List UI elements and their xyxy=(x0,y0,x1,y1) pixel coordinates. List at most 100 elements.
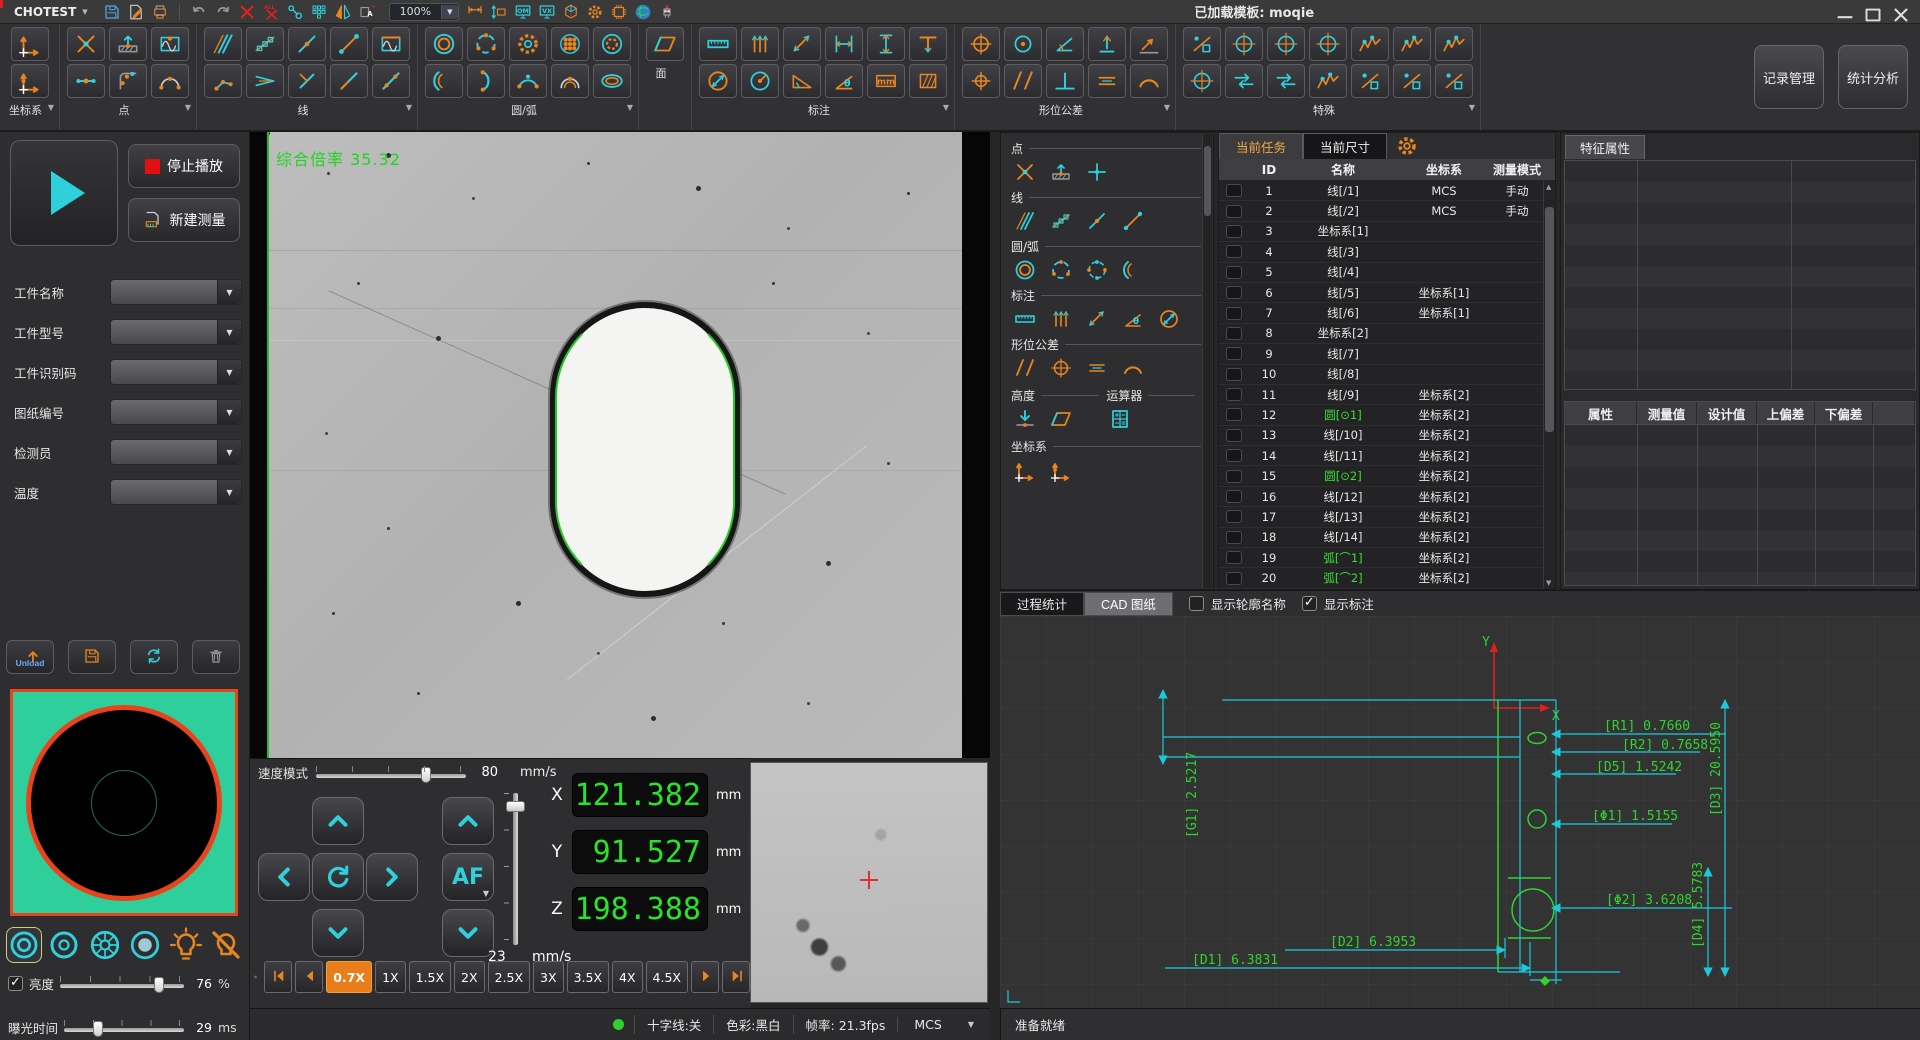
arc-open-tool[interactable] xyxy=(1117,256,1149,284)
vx-icon[interactable]: VX xyxy=(537,2,557,22)
magnification-button[interactable]: 4.5X xyxy=(646,961,688,993)
arc-hook-tool[interactable] xyxy=(467,64,505,98)
slider-handle[interactable] xyxy=(506,801,525,812)
gear-icon[interactable] xyxy=(1395,134,1419,158)
cad-drawing-view[interactable]: Y X xyxy=(1000,616,1920,1008)
link-icon[interactable] xyxy=(285,2,305,22)
table-row[interactable]: 6 线[/5] 坐标系[1] xyxy=(1219,283,1555,303)
row-checkbox[interactable] xyxy=(1219,449,1249,462)
jog-down-button[interactable] xyxy=(312,909,364,957)
camera-live-view[interactable]: 综合倍率 35.32 xyxy=(250,132,990,758)
table-row[interactable]: 5 线[/4] xyxy=(1219,263,1555,283)
undo-icon[interactable] xyxy=(189,2,209,22)
sp-burst-tool[interactable] xyxy=(1393,27,1431,61)
zoom-level-select[interactable]: 100% ▼ xyxy=(389,3,459,21)
new-measure-button[interactable]: 新建测量 xyxy=(128,198,240,242)
field-combobox[interactable]: ▼ xyxy=(110,279,242,305)
speed-slider[interactable] xyxy=(316,766,466,780)
line-single-tool[interactable] xyxy=(288,27,326,61)
line-chain-tool[interactable] xyxy=(1045,207,1077,235)
row-checkbox[interactable] xyxy=(1219,368,1249,381)
sp-tree-tool[interactable] xyxy=(1267,64,1305,98)
edit-icon[interactable] xyxy=(126,2,146,22)
row-checkbox[interactable] xyxy=(1219,184,1249,197)
table-row[interactable]: 15 圆[⊙2] 坐标系[2] xyxy=(1219,466,1555,486)
table-row[interactable]: 10 线[/8] xyxy=(1219,365,1555,385)
axis-1-tool[interactable] xyxy=(11,27,49,61)
delete-icon[interactable] xyxy=(237,2,257,22)
delete-all-icon[interactable]: ALL xyxy=(261,2,281,22)
dim-dia-tool[interactable] xyxy=(699,64,737,98)
arc-ellipse-tool[interactable] xyxy=(593,64,631,98)
refresh-button[interactable] xyxy=(130,640,178,674)
field-combobox[interactable]: ▼ xyxy=(110,439,242,465)
row-checkbox[interactable] xyxy=(1219,490,1249,503)
ring-light-button[interactable] xyxy=(46,927,82,963)
point-cross-tool[interactable] xyxy=(67,27,105,61)
line-bisect-tool[interactable] xyxy=(246,64,284,98)
row-checkbox[interactable] xyxy=(1219,245,1249,258)
tol-flat-tool[interactable] xyxy=(1088,64,1126,98)
row-checkbox[interactable] xyxy=(1219,388,1249,401)
sp-scan-tool[interactable] xyxy=(1309,64,1347,98)
table-row[interactable]: 1 线[/1] MCS 手动 xyxy=(1219,181,1555,201)
magnification-button[interactable]: 2.5X xyxy=(488,961,530,993)
line-2pt-tool[interactable] xyxy=(1117,207,1149,235)
tol-arc-tool[interactable] xyxy=(1130,64,1168,98)
win-close-icon[interactable] xyxy=(1888,2,1914,22)
point-plane-tool[interactable] xyxy=(109,27,147,61)
toolbar-group-label[interactable]: 圆/弧▼ xyxy=(425,98,631,120)
dim-slope-tool[interactable] xyxy=(783,64,821,98)
sp-image-tool[interactable] xyxy=(1267,27,1305,61)
tol-arc-tool[interactable] xyxy=(1117,354,1149,382)
dim-varrow-tool[interactable] xyxy=(867,27,905,61)
sp-peaks-tool[interactable] xyxy=(1351,64,1389,98)
row-checkbox[interactable] xyxy=(1219,572,1249,585)
app-menu-button[interactable]: CHOTEST ▼ xyxy=(6,3,96,21)
redo-icon[interactable] xyxy=(213,2,233,22)
dim-circ-tool[interactable] xyxy=(741,64,779,98)
part-preview-thumbnail[interactable] xyxy=(10,689,238,916)
toolbar-group-label[interactable]: 标注▼ xyxy=(699,98,947,120)
line-mix-tool[interactable] xyxy=(330,64,368,98)
sp-swap-tool[interactable] xyxy=(1435,27,1473,61)
dim-hatch-tool[interactable] xyxy=(909,64,947,98)
next-step-button[interactable] xyxy=(691,961,719,993)
tol-angle-tool[interactable] xyxy=(1046,27,1084,61)
field-combobox[interactable]: ▼ xyxy=(110,399,242,425)
win-min-icon[interactable] xyxy=(1832,2,1858,22)
stop-playback-button[interactable]: 停止播放 xyxy=(128,144,240,188)
tol-parallel-tool[interactable] xyxy=(1004,64,1042,98)
field-combobox[interactable]: ▼ xyxy=(110,359,242,385)
dim-3bar-tool[interactable] xyxy=(1045,305,1077,333)
dim-hbar-tool[interactable] xyxy=(825,27,863,61)
calc-tool[interactable] xyxy=(1104,405,1136,433)
cad-display-option[interactable]: 显示轮廓名称 xyxy=(1189,594,1286,613)
line-diag-tool[interactable] xyxy=(372,64,410,98)
circle-gear-tool[interactable] xyxy=(509,27,547,61)
table-row[interactable]: 11 线[/9] 坐标系[2] xyxy=(1219,385,1555,405)
line-2pt-tool[interactable] xyxy=(330,27,368,61)
line-parallel-tool[interactable] xyxy=(204,27,242,61)
tol-target-tool[interactable] xyxy=(962,27,1000,61)
previous-step-button[interactable] xyxy=(295,961,323,993)
table-row[interactable]: 8 坐标系[2] xyxy=(1219,324,1555,344)
tol-parallel-tool[interactable] xyxy=(1009,354,1041,382)
table-scrollbar[interactable]: ▲ ▼ xyxy=(1543,181,1555,589)
scrollbar-thumb[interactable] xyxy=(1545,207,1554,432)
arc-pts-tool[interactable] xyxy=(509,64,547,98)
mirror-icon[interactable] xyxy=(333,2,353,22)
dim-angle-tool[interactable]: θ xyxy=(825,64,863,98)
ring-light-full-button[interactable] xyxy=(6,927,42,963)
point-fine-tool[interactable] xyxy=(1081,158,1113,186)
table-row[interactable]: 4 线[/3] xyxy=(1219,242,1555,262)
dim-ruler-tool[interactable] xyxy=(699,27,737,61)
segment-light-button[interactable] xyxy=(87,927,123,963)
tol-target-tool[interactable] xyxy=(1045,354,1077,382)
om-icon[interactable]: OM xyxy=(513,2,533,22)
circle-scan-tool[interactable] xyxy=(593,27,631,61)
toolbar-group-label[interactable]: 点▼ xyxy=(67,98,189,120)
tol-cross-tool[interactable] xyxy=(962,64,1000,98)
checkbox[interactable] xyxy=(1189,596,1204,611)
toolbar-group-label[interactable]: 坐标系▼ xyxy=(7,98,52,120)
